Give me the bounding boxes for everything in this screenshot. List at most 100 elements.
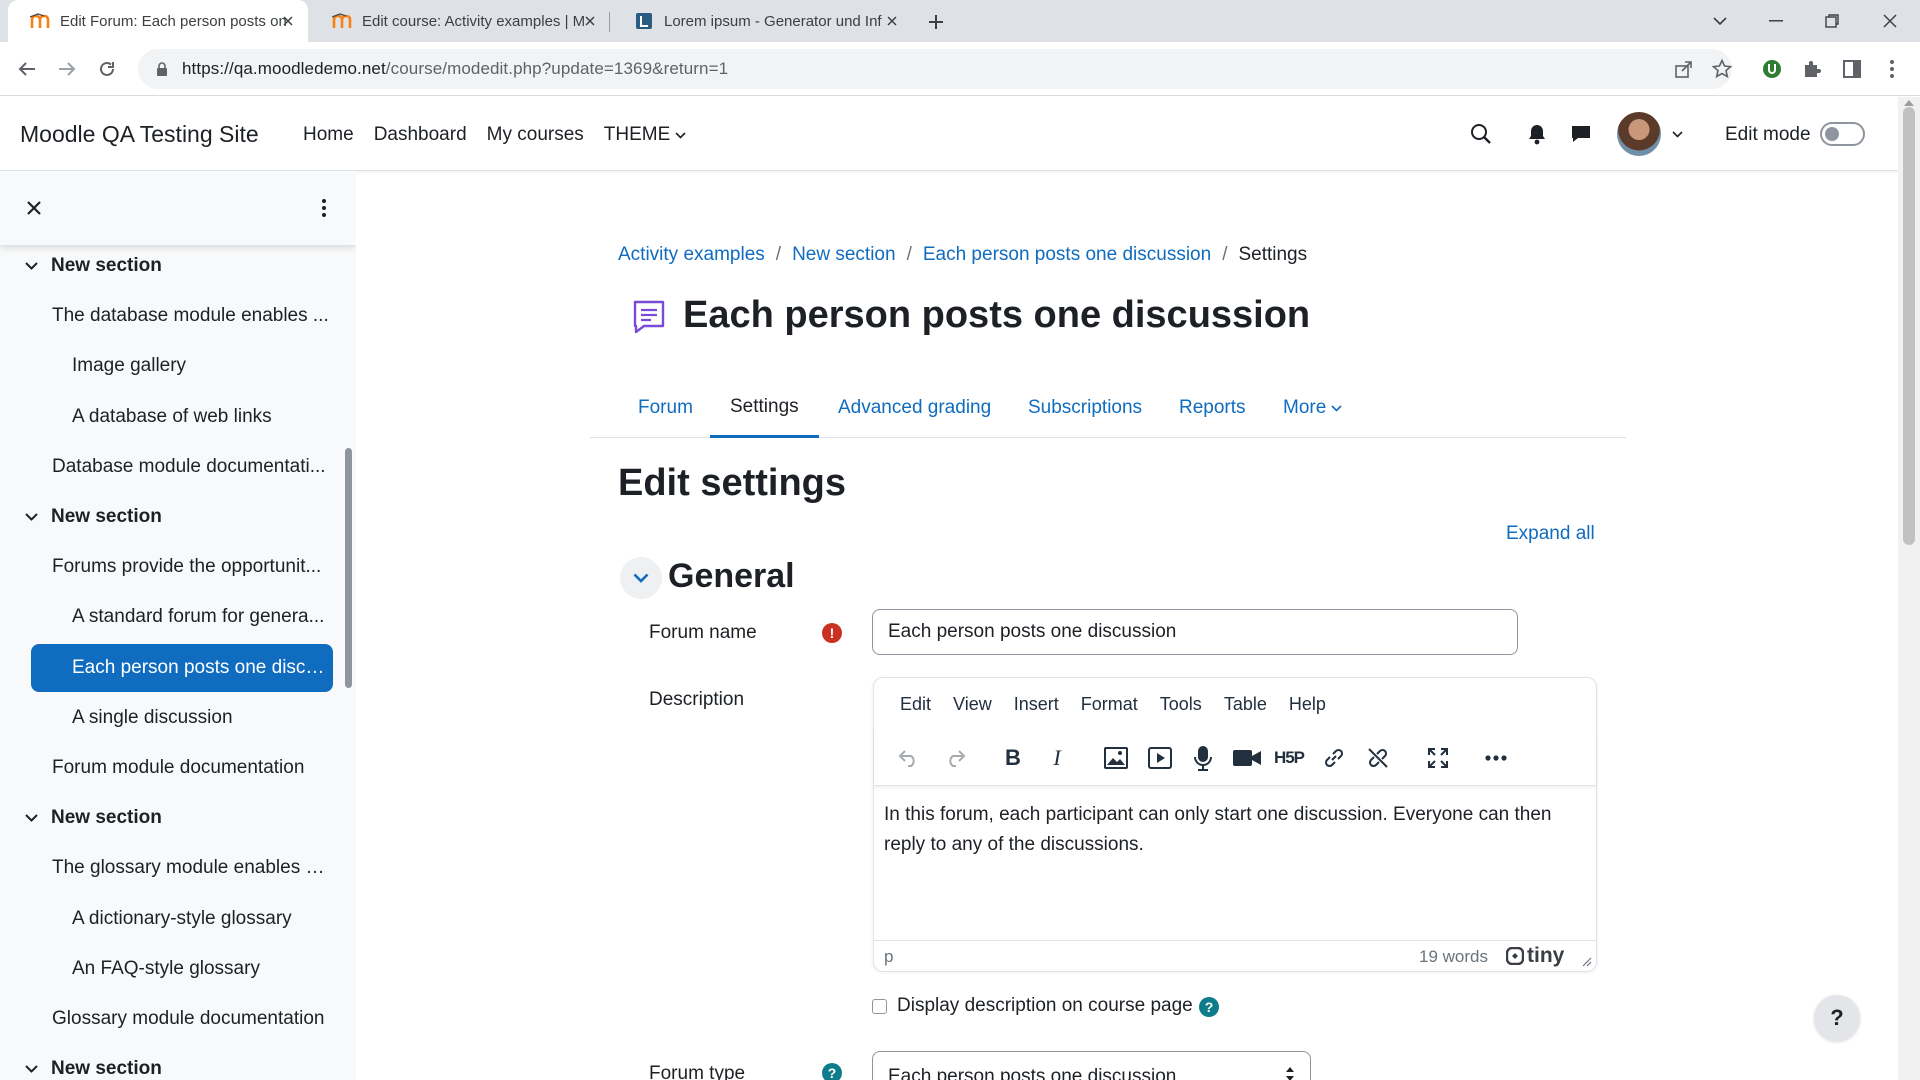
nav-theme[interactable]: THEME — [604, 124, 687, 146]
course-index-item[interactable]: A single discussion — [0, 694, 340, 742]
course-index-item[interactable]: A dictionary-style glossary — [0, 895, 340, 943]
display-description-checkbox[interactable] — [872, 999, 887, 1014]
chevron-down-icon[interactable] — [22, 508, 40, 526]
course-index-item[interactable]: Forum module documentation — [0, 744, 340, 792]
word-count[interactable]: 19 words — [1419, 947, 1488, 967]
tab-reports[interactable]: Reports — [1179, 378, 1246, 438]
extension-shield-icon[interactable] — [1759, 56, 1785, 82]
chevron-down-icon[interactable] — [22, 257, 40, 275]
page-scrollbar[interactable] — [1898, 97, 1920, 1080]
browser-tab[interactable]: Lorem ipsum - Generator und Inf — [612, 0, 912, 42]
browser-menu-kebab-icon[interactable] — [1879, 56, 1905, 82]
course-index-item[interactable]: Database module documentati... — [0, 443, 340, 491]
course-index-section[interactable]: New section — [0, 242, 340, 290]
expand-all-link[interactable]: Expand all — [1506, 523, 1595, 545]
resize-handle-icon[interactable] — [1582, 957, 1592, 967]
bookmark-star-icon[interactable] — [1712, 59, 1732, 79]
tab-more[interactable]: More — [1283, 378, 1342, 438]
back-arrow-icon[interactable] — [13, 55, 41, 83]
forward-arrow-icon[interactable] — [53, 55, 81, 83]
course-index-item[interactable]: Glossary module documentation — [0, 995, 340, 1043]
editor-menu-edit[interactable]: Edit — [900, 694, 931, 715]
nav-my-courses[interactable]: My courses — [487, 124, 584, 146]
breadcrumb-activity-examples[interactable]: Activity examples — [618, 244, 765, 266]
insert-media-icon[interactable] — [1144, 742, 1176, 774]
general-section-title[interactable]: General — [668, 557, 795, 596]
share-icon[interactable] — [1674, 59, 1694, 79]
course-index-item[interactable]: A standard forum for genera... — [0, 593, 340, 641]
browser-tab[interactable]: Edit course: Activity examples | M — [310, 0, 610, 42]
reload-icon[interactable] — [93, 55, 121, 83]
forum-type-select[interactable]: Each person posts one discussion — [872, 1051, 1311, 1080]
redo-icon[interactable] — [939, 742, 971, 774]
nav-dashboard[interactable]: Dashboard — [374, 124, 467, 146]
course-index-item[interactable]: The database module enables ... — [0, 292, 340, 340]
notifications-bell-icon[interactable] — [1524, 121, 1550, 147]
extensions-puzzle-icon[interactable] — [1799, 56, 1825, 82]
side-panel-icon[interactable] — [1839, 56, 1865, 82]
course-index-section[interactable]: New section — [0, 794, 340, 842]
link-icon[interactable] — [1318, 742, 1350, 774]
search-icon[interactable] — [1468, 121, 1494, 147]
unlink-icon[interactable] — [1362, 742, 1394, 774]
help-question-icon[interactable]: ? — [1199, 997, 1219, 1017]
display-description-label[interactable]: Display description on course page — [897, 995, 1193, 1017]
course-index-item[interactable]: Each person posts one discu... — [31, 643, 333, 692]
course-index-item[interactable]: Image gallery — [0, 342, 340, 390]
breadcrumb-new-section[interactable]: New section — [792, 244, 896, 266]
forum-name-input[interactable] — [872, 609, 1518, 655]
footer-help-button[interactable]: ? — [1814, 995, 1860, 1041]
editor-menu-format[interactable]: Format — [1081, 694, 1138, 715]
close-drawer-icon[interactable] — [22, 196, 46, 220]
tab-settings[interactable]: Settings — [710, 378, 819, 438]
editor-content[interactable]: In this forum, each participant can only… — [884, 800, 1584, 860]
tab-advanced-grading[interactable]: Advanced grading — [838, 378, 991, 438]
course-index-item[interactable]: A database of web links — [0, 393, 340, 441]
drawer-options-kebab-icon[interactable] — [312, 196, 336, 220]
close-tab-icon[interactable] — [882, 11, 902, 31]
restore-icon[interactable] — [1804, 0, 1860, 42]
editor-menu-table[interactable]: Table — [1224, 694, 1267, 715]
editor-menu-view[interactable]: View — [953, 694, 992, 715]
course-index-item[interactable]: An FAQ-style glossary — [0, 945, 340, 993]
scrollbar-thumb[interactable] — [1903, 107, 1915, 545]
nav-home[interactable]: Home — [303, 124, 354, 146]
messages-chat-icon[interactable] — [1568, 121, 1594, 147]
editor-menu-tools[interactable]: Tools — [1160, 694, 1202, 715]
undo-icon[interactable] — [893, 742, 925, 774]
user-menu-chevron-down-icon[interactable] — [1664, 121, 1690, 147]
chevron-down-icon[interactable] — [22, 809, 40, 827]
more-toolbar-ellipsis-icon[interactable] — [1480, 742, 1512, 774]
new-tab-plus-icon[interactable] — [922, 8, 950, 36]
chevron-down-icon[interactable] — [22, 1060, 40, 1078]
course-index-section[interactable]: New section — [0, 493, 340, 541]
breadcrumb-forum[interactable]: Each person posts one discussion — [923, 244, 1211, 266]
close-tab-icon[interactable] — [580, 11, 600, 31]
h5p-icon[interactable]: H5P — [1273, 742, 1305, 774]
tab-search-chevron-icon[interactable] — [1692, 0, 1748, 42]
editor-menu-insert[interactable]: Insert — [1014, 694, 1059, 715]
course-index-item[interactable]: The glossary module enables p... — [0, 844, 340, 892]
lock-icon[interactable] — [152, 61, 172, 77]
course-index-item[interactable]: Forums provide the opportunit... — [0, 543, 340, 591]
fullscreen-icon[interactable] — [1422, 742, 1454, 774]
record-audio-microphone-icon[interactable] — [1187, 742, 1219, 774]
element-path[interactable]: p — [884, 947, 893, 967]
collapse-general-chevron-icon[interactable] — [620, 557, 662, 599]
record-video-camera-icon[interactable] — [1231, 742, 1263, 774]
scroll-up-arrow-icon[interactable] — [1904, 100, 1914, 106]
course-index-section[interactable]: New section — [0, 1045, 340, 1080]
address-bar[interactable]: https://qa.moodledemo.net/course/modedit… — [138, 49, 1732, 89]
close-tab-icon[interactable] — [278, 11, 298, 31]
tab-forum[interactable]: Forum — [638, 378, 693, 438]
minimize-icon[interactable] — [1748, 0, 1804, 42]
editor-menu-help[interactable]: Help — [1289, 694, 1326, 715]
drawer-scrollbar[interactable] — [345, 448, 352, 688]
edit-mode-toggle[interactable] — [1820, 122, 1865, 146]
close-window-icon[interactable] — [1862, 0, 1918, 42]
insert-image-icon[interactable] — [1100, 742, 1132, 774]
tab-subscriptions[interactable]: Subscriptions — [1028, 378, 1142, 438]
help-question-icon[interactable]: ? — [822, 1063, 842, 1080]
italic-icon[interactable]: I — [1041, 742, 1073, 774]
site-name[interactable]: Moodle QA Testing Site — [20, 121, 259, 148]
